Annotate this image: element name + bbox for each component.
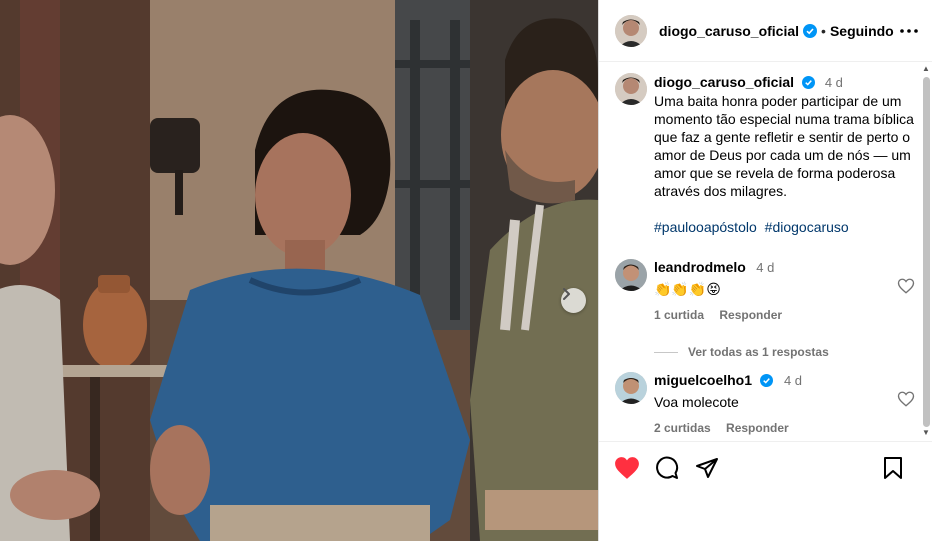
header-username[interactable]: diogo_caruso_oficial bbox=[659, 23, 799, 39]
more-horizontal-icon bbox=[900, 29, 918, 33]
hashtag-link[interactable]: #paulooapóstolo bbox=[654, 219, 757, 235]
profile-picture bbox=[615, 372, 647, 404]
action-bar bbox=[599, 441, 932, 493]
avatar[interactable] bbox=[615, 259, 647, 291]
share-icon bbox=[696, 457, 718, 478]
reply-button[interactable]: Responder bbox=[726, 421, 789, 435]
caption-body: diogo_caruso_oficial 4 d Uma baita honra… bbox=[654, 73, 914, 236]
comment-username[interactable]: leandrodmelo bbox=[654, 259, 746, 275]
save-button[interactable] bbox=[879, 454, 907, 482]
profile-picture bbox=[615, 14, 647, 47]
comment-body: miguelcoelho1 4 d Voa molecote 2 curtida… bbox=[654, 372, 874, 435]
avatar[interactable] bbox=[615, 14, 647, 47]
hashtags: #paulooapóstolo #diogocaruso bbox=[654, 218, 914, 236]
comment-likes[interactable]: 2 curtidas bbox=[654, 421, 711, 435]
comment-time[interactable]: 4 d bbox=[784, 373, 802, 388]
bookmark-icon bbox=[884, 457, 902, 479]
more-options-button[interactable] bbox=[897, 20, 921, 42]
post-header: diogo_caruso_oficial • Seguindo bbox=[599, 0, 932, 62]
comment-icon bbox=[656, 456, 679, 479]
comments-scrollbar[interactable]: ▲ ▼ bbox=[920, 63, 932, 440]
comment-meta: 1 curtida Responder bbox=[654, 308, 874, 322]
caption-time[interactable]: 4 d bbox=[825, 75, 843, 90]
replies-divider bbox=[654, 351, 678, 353]
verified-badge-icon bbox=[760, 374, 774, 387]
verified-badge-icon bbox=[803, 23, 818, 38]
comment-text: 👏👏👏😝 bbox=[654, 281, 721, 297]
post-image bbox=[0, 0, 598, 541]
comment-meta: 2 curtidas Responder bbox=[654, 421, 874, 435]
post-media[interactable] bbox=[0, 0, 598, 541]
profile-picture bbox=[615, 73, 647, 105]
profile-picture bbox=[615, 259, 647, 291]
separator-dot: • bbox=[821, 22, 826, 39]
view-replies-button[interactable]: Ver todas as 1 respostas bbox=[654, 345, 829, 359]
avatar[interactable] bbox=[615, 73, 647, 105]
caption-text: Uma baita honra poder participar de um m… bbox=[654, 93, 914, 199]
chevron-right-icon bbox=[563, 288, 570, 300]
comment-item: miguelcoelho1 4 d Voa molecote 2 curtida… bbox=[615, 372, 915, 440]
scroll-up-arrow-icon[interactable]: ▲ bbox=[922, 65, 930, 73]
like-comment-heart-icon[interactable] bbox=[897, 390, 915, 408]
like-button[interactable] bbox=[613, 454, 641, 482]
avatar[interactable] bbox=[615, 372, 647, 404]
scroll-down-arrow-icon[interactable]: ▼ bbox=[922, 429, 930, 437]
verified-badge-icon bbox=[801, 76, 815, 89]
next-image-button[interactable] bbox=[561, 288, 586, 313]
post-side-panel: diogo_caruso_oficial • Seguindo diogo_ca… bbox=[598, 0, 932, 541]
reply-button[interactable]: Responder bbox=[719, 308, 782, 322]
scrollbar-thumb[interactable] bbox=[923, 77, 930, 427]
following-button[interactable]: Seguindo bbox=[830, 23, 894, 39]
comment-body: leandrodmelo 4 d 👏👏👏😝 1 curtida Responde… bbox=[654, 259, 874, 322]
comment-time[interactable]: 4 d bbox=[756, 260, 774, 275]
heart-icon bbox=[615, 456, 639, 479]
share-button[interactable] bbox=[693, 454, 721, 482]
hashtag-link[interactable]: #diogocaruso bbox=[765, 219, 849, 235]
comment-item: leandrodmelo 4 d 👏👏👏😝 1 curtida Responde… bbox=[615, 259, 915, 329]
like-comment-heart-icon[interactable] bbox=[897, 277, 915, 295]
comments-section[interactable]: diogo_caruso_oficial 4 d Uma baita honra… bbox=[599, 63, 932, 440]
caption-username[interactable]: diogo_caruso_oficial bbox=[654, 74, 794, 90]
comment-likes[interactable]: 1 curtida bbox=[654, 308, 704, 322]
comment-text: Voa molecote bbox=[654, 394, 739, 410]
view-replies-label: Ver todas as 1 respostas bbox=[688, 345, 829, 359]
comment-username[interactable]: miguelcoelho1 bbox=[654, 372, 752, 388]
comment-button[interactable] bbox=[653, 454, 681, 482]
